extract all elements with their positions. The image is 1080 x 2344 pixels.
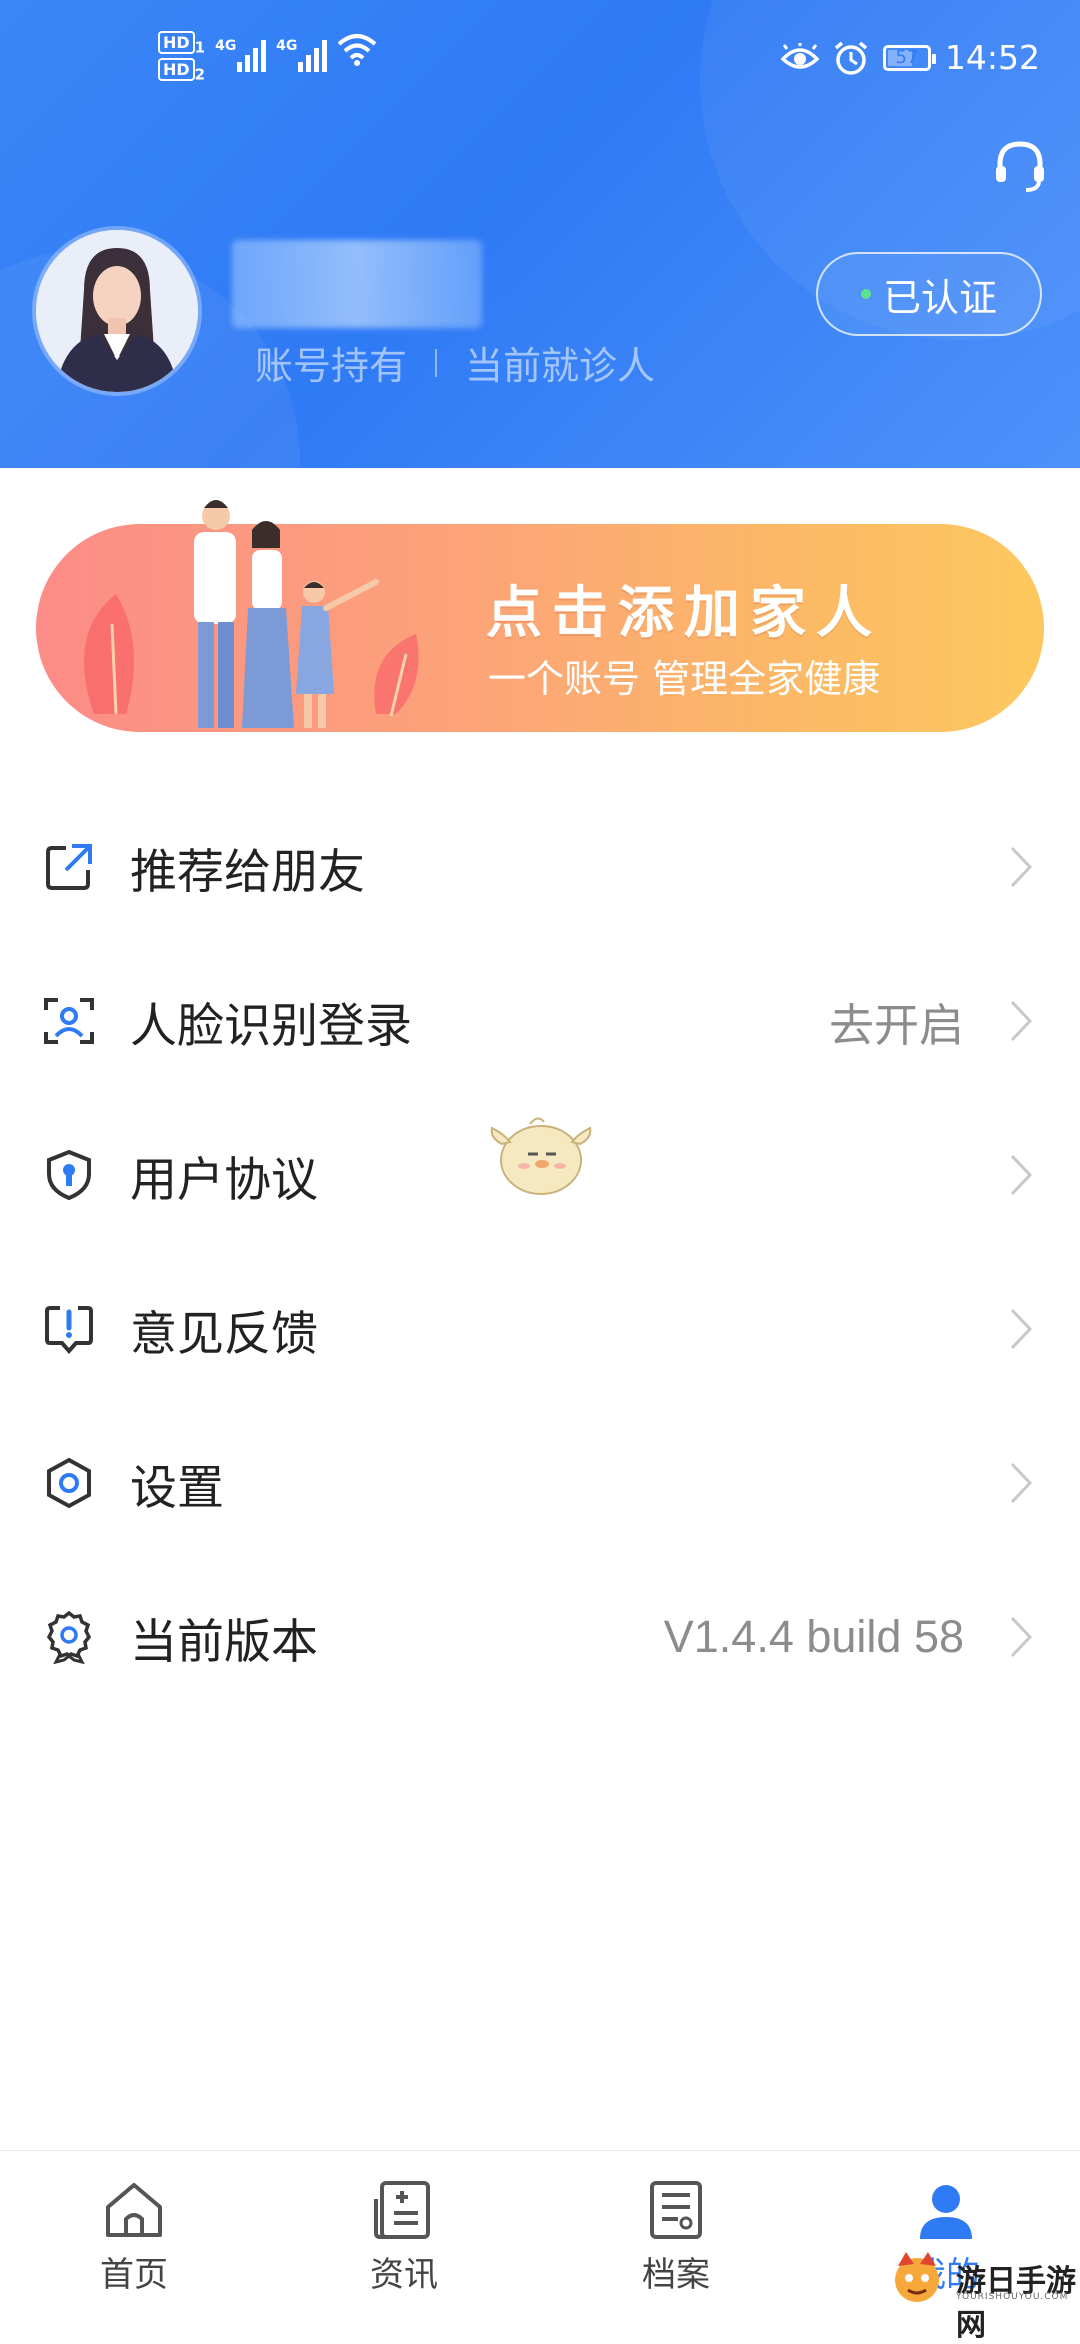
settings-menu: 推荐给朋友 人脸识别登录 去开启 用户协议 意见反馈 设置 当前版本 V1.4.… xyxy=(0,790,1080,1714)
badge-icon xyxy=(46,1610,92,1664)
site-watermark: 游日手游网 YOURISHOUYOU.COM xyxy=(884,2248,1080,2343)
home-icon xyxy=(106,2183,162,2237)
chevron-right-icon xyxy=(1010,1462,1033,1504)
tab-records[interactable]: 档案 xyxy=(606,2179,746,2309)
eye-icon xyxy=(780,42,819,69)
menu-item-label: 人脸识别登录 xyxy=(130,998,412,1054)
menu-item-label: 当前版本 xyxy=(130,1614,318,1670)
profile-icon xyxy=(920,2185,972,2239)
records-icon xyxy=(650,2181,702,2239)
battery-icon: 57 xyxy=(882,44,936,71)
mascot-sticker xyxy=(490,1117,592,1195)
settings-icon xyxy=(47,1457,91,1509)
current-patient-tag: 当前就诊人 xyxy=(465,344,656,388)
menu-item-version[interactable]: 当前版本 V1.4.4 build 58 xyxy=(0,1560,1080,1714)
menu-item-face-login[interactable]: 人脸识别登录 去开启 xyxy=(0,944,1080,1098)
status-bar-left: HD 1 HD 2 4G 4G xyxy=(158,31,377,85)
verified-dot xyxy=(860,289,871,299)
verified-label: 已认证 xyxy=(882,275,997,320)
avatar[interactable] xyxy=(36,230,198,392)
shield-lock-icon xyxy=(47,1149,91,1201)
username-masked xyxy=(232,240,482,328)
signal-icon: 4G xyxy=(215,32,267,72)
alarm-icon xyxy=(834,41,868,75)
family-illustration xyxy=(83,500,419,728)
profile-header: HD 1 HD 2 4G 4G 57 14:52 账号持有 当前就诊人 已认证 xyxy=(0,0,1080,468)
verified-badge[interactable]: 已认证 xyxy=(816,252,1042,336)
banner-title: 点击添加家人 xyxy=(486,581,882,646)
tab-label: 首页 xyxy=(100,2255,168,2295)
chevron-right-icon xyxy=(1010,846,1033,888)
menu-item-label: 意见反馈 xyxy=(130,1306,318,1362)
menu-item-settings[interactable]: 设置 xyxy=(0,1406,1080,1560)
chevron-right-icon xyxy=(1010,1000,1033,1042)
signal-icon: 4G xyxy=(276,32,328,72)
customer-service-icon[interactable] xyxy=(992,138,1048,194)
status-bar-right: 57 14:52 xyxy=(780,38,1040,77)
news-icon xyxy=(374,2181,430,2239)
share-icon xyxy=(46,844,92,890)
menu-item-label: 用户协议 xyxy=(130,1152,318,1208)
tab-home[interactable]: 首页 xyxy=(64,2179,204,2309)
tab-news[interactable]: 资讯 xyxy=(334,2179,474,2309)
wifi-icon xyxy=(337,34,377,66)
add-family-banner[interactable]: 点击添加家人 一个账号 管理全家健康 xyxy=(36,500,1044,732)
watermark-subtext: YOURISHOUYOU.COM xyxy=(956,2292,1069,2302)
watermark-logo-icon xyxy=(895,2252,939,2302)
menu-item-feedback[interactable]: 意见反馈 xyxy=(0,1252,1080,1406)
menu-item-recommend[interactable]: 推荐给朋友 xyxy=(0,790,1080,944)
banner-subtitle: 一个账号 管理全家健康 xyxy=(488,657,881,701)
app-version: V1.4.4 build 58 xyxy=(663,1611,964,1662)
status-bar: HD 1 HD 2 4G 4G 57 14:52 xyxy=(0,30,1080,100)
profile-tags: 账号持有 当前就诊人 xyxy=(255,335,655,390)
account-holder-tag: 账号持有 xyxy=(255,344,408,388)
chevron-right-icon xyxy=(1010,1616,1033,1658)
face-id-icon xyxy=(44,998,94,1044)
chevron-right-icon xyxy=(1010,1154,1033,1196)
clock: 14:52 xyxy=(944,38,1040,77)
tag-separator xyxy=(435,348,438,377)
tab-label: 档案 xyxy=(642,2255,710,2295)
feedback-icon xyxy=(45,1306,93,1355)
menu-item-label: 推荐给朋友 xyxy=(130,844,365,900)
face-login-status: 去开启 xyxy=(828,999,964,1051)
chevron-right-icon xyxy=(1010,1308,1033,1350)
tab-label: 资讯 xyxy=(370,2255,438,2295)
avatar-image xyxy=(36,230,198,392)
menu-item-label: 设置 xyxy=(130,1460,224,1516)
hd-indicator: HD 1 HD 2 xyxy=(158,31,205,85)
